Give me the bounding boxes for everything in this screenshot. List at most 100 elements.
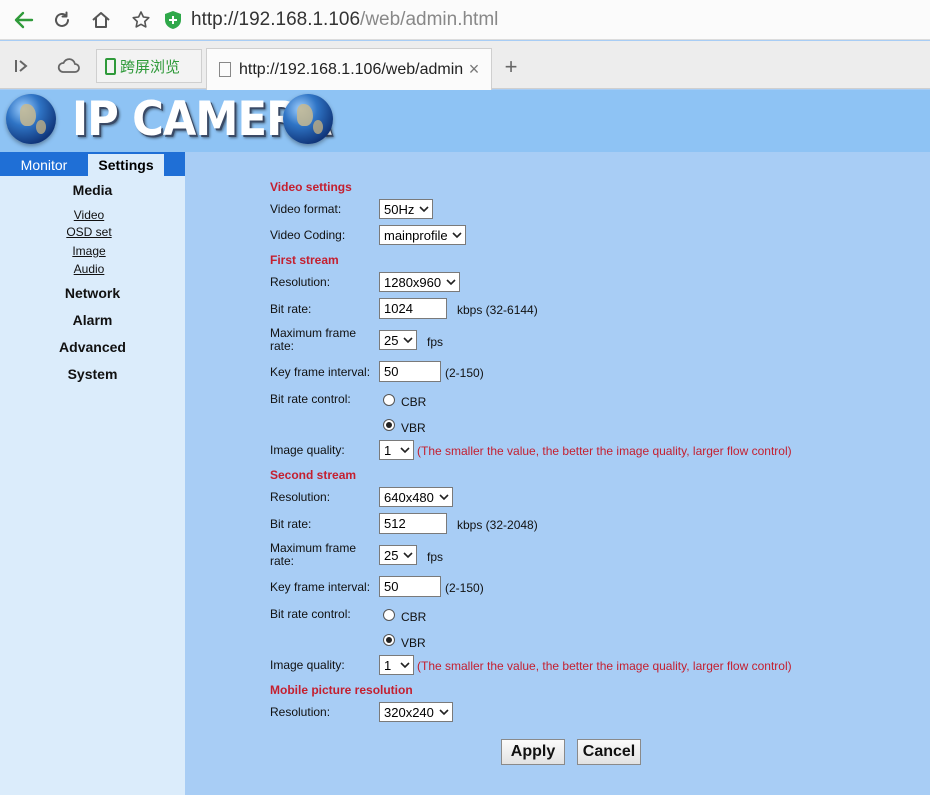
menu-alarm[interactable]: Alarm [0, 312, 185, 328]
label-second-image-quality: Image quality: [270, 658, 345, 672]
second-image-quality-value: 1 [384, 657, 392, 673]
second-key-frame-input[interactable]: 50 [379, 576, 441, 597]
second-cbr-radio[interactable] [383, 609, 395, 621]
first-resolution-select[interactable]: 1280x960 [379, 272, 460, 292]
chevron-down-icon [446, 279, 456, 286]
second-vbr-radio[interactable] [383, 634, 395, 646]
mobile-resolution-select[interactable]: 320x240 [379, 702, 453, 722]
section-title-first-stream: First stream [270, 253, 339, 267]
url-path: /web/admin.html [360, 9, 499, 30]
first-fps-unit: fps [427, 335, 444, 349]
menu-item-osd-set[interactable]: OSD set [0, 225, 178, 239]
first-cbr-radio[interactable] [383, 394, 395, 406]
address-bar[interactable]: http://192.168.1.106/web/admin.html [165, 5, 930, 35]
cross-screen-tab[interactable]: 跨屏浏览 [96, 49, 202, 83]
back-button[interactable] [10, 6, 38, 34]
first-max-frame-rate-value: 25 [384, 332, 399, 348]
second-image-quality-note: (The smaller the value, the better the i… [417, 659, 792, 673]
first-key-frame-input[interactable]: 50 [379, 361, 441, 382]
menu-item-video[interactable]: Video [0, 208, 178, 222]
label-second-bit-rate: Bit rate: [270, 517, 312, 531]
section-title-mobile-resolution: Mobile picture resolution [270, 683, 413, 697]
label-second-resolution: Resolution: [270, 490, 331, 504]
new-tab-button[interactable]: + [498, 54, 524, 80]
star-icon [132, 11, 150, 28]
video-coding-value: mainprofile [384, 227, 448, 243]
cross-screen-tab-label: 跨屏浏览 [120, 58, 181, 76]
label-line: rate: [270, 339, 295, 353]
cloud-button[interactable] [56, 53, 82, 79]
cancel-button[interactable]: Cancel [577, 739, 641, 765]
tab-monitor[interactable]: Monitor [0, 154, 88, 176]
first-image-quality-note: (The smaller the value, the better the i… [417, 444, 792, 458]
second-resolution-value: 640x480 [384, 489, 434, 505]
second-bit-rate-input[interactable]: 512 [379, 513, 447, 534]
globe-icon [6, 94, 56, 144]
globe-icon [283, 94, 333, 144]
tab-settings[interactable]: Settings [88, 154, 164, 176]
url-host: http://192.168.1.106 [191, 9, 361, 30]
menu-advanced[interactable]: Advanced [0, 339, 185, 355]
label-second-max-frame-rate: Maximum frame rate: [270, 542, 356, 568]
shield-icon [165, 11, 181, 29]
chevron-down-icon [439, 494, 449, 501]
first-image-quality-value: 1 [384, 442, 392, 458]
menu-system[interactable]: System [0, 366, 185, 382]
active-tab[interactable]: http://192.168.1.106/web/admin.html × [206, 48, 492, 90]
second-image-quality-select[interactable]: 1 [379, 655, 414, 675]
second-vbr-label: VBR [401, 636, 426, 650]
bookmark-button[interactable] [127, 6, 155, 34]
label-first-max-frame-rate: Maximum frame rate: [270, 327, 356, 353]
apply-button[interactable]: Apply [501, 739, 565, 765]
label-first-bit-rate-control: Bit rate control: [270, 392, 351, 406]
second-max-frame-rate-value: 25 [384, 547, 399, 563]
reload-icon [55, 11, 69, 27]
phone-icon [105, 57, 116, 75]
second-bit-rate-hint: kbps (32-2048) [457, 518, 538, 532]
first-max-frame-rate-select[interactable]: 25 [379, 330, 417, 350]
second-fps-unit: fps [427, 550, 444, 564]
label-line: rate: [270, 554, 295, 568]
menu-network[interactable]: Network [0, 285, 185, 301]
video-format-value: 50Hz [384, 201, 415, 217]
cloud-icon [57, 58, 80, 73]
label-line: Maximum frame [270, 541, 357, 555]
home-icon [92, 12, 110, 28]
chevron-down-icon [400, 447, 410, 454]
mobile-resolution-value: 320x240 [384, 704, 434, 720]
first-image-quality-select[interactable]: 1 [379, 440, 414, 460]
menu-media[interactable]: Media [0, 182, 185, 198]
section-title-video-settings: Video settings [270, 180, 352, 194]
sidebar: Monitor Settings Media Video OSD set Ima… [0, 152, 185, 795]
chevron-down-icon [400, 662, 410, 669]
chevron-down-icon [403, 337, 413, 344]
second-resolution-select[interactable]: 640x480 [379, 487, 453, 507]
browser-tabbar: 跨屏浏览 http://192.168.1.106/web/admin.html… [0, 41, 930, 90]
first-bit-rate-input[interactable]: 1024 [379, 298, 447, 319]
label-video-coding: Video Coding: [270, 228, 346, 242]
close-tab-button[interactable]: × [463, 59, 485, 81]
label-video-format: Video format: [270, 202, 342, 216]
home-button[interactable] [87, 6, 115, 34]
second-cbr-label: CBR [401, 610, 427, 624]
video-format-select[interactable]: 50Hz [379, 199, 433, 219]
label-line: Maximum frame [270, 326, 357, 340]
first-vbr-label: VBR [401, 421, 426, 435]
first-cbr-label: CBR [401, 395, 427, 409]
label-first-bit-rate: Bit rate: [270, 302, 312, 316]
arrow-left-icon [14, 11, 34, 29]
label-second-key-frame: Key frame interval: [270, 580, 371, 594]
document-icon [219, 62, 231, 77]
video-coding-select[interactable]: mainprofile [379, 225, 466, 245]
first-resolution-value: 1280x960 [384, 274, 442, 290]
label-first-image-quality: Image quality: [270, 443, 345, 457]
video-settings-form: Video settings Video format: 50Hz Video … [185, 152, 930, 795]
reload-button[interactable] [48, 6, 76, 34]
menu-item-audio[interactable]: Audio [0, 262, 178, 276]
sidebar-tabs: Monitor Settings [0, 152, 185, 176]
menu-item-image[interactable]: Image [0, 244, 178, 258]
first-vbr-radio[interactable] [383, 419, 395, 431]
chevron-down-icon [403, 552, 413, 559]
sidebar-toggle-button[interactable] [8, 53, 34, 79]
second-max-frame-rate-select[interactable]: 25 [379, 545, 417, 565]
